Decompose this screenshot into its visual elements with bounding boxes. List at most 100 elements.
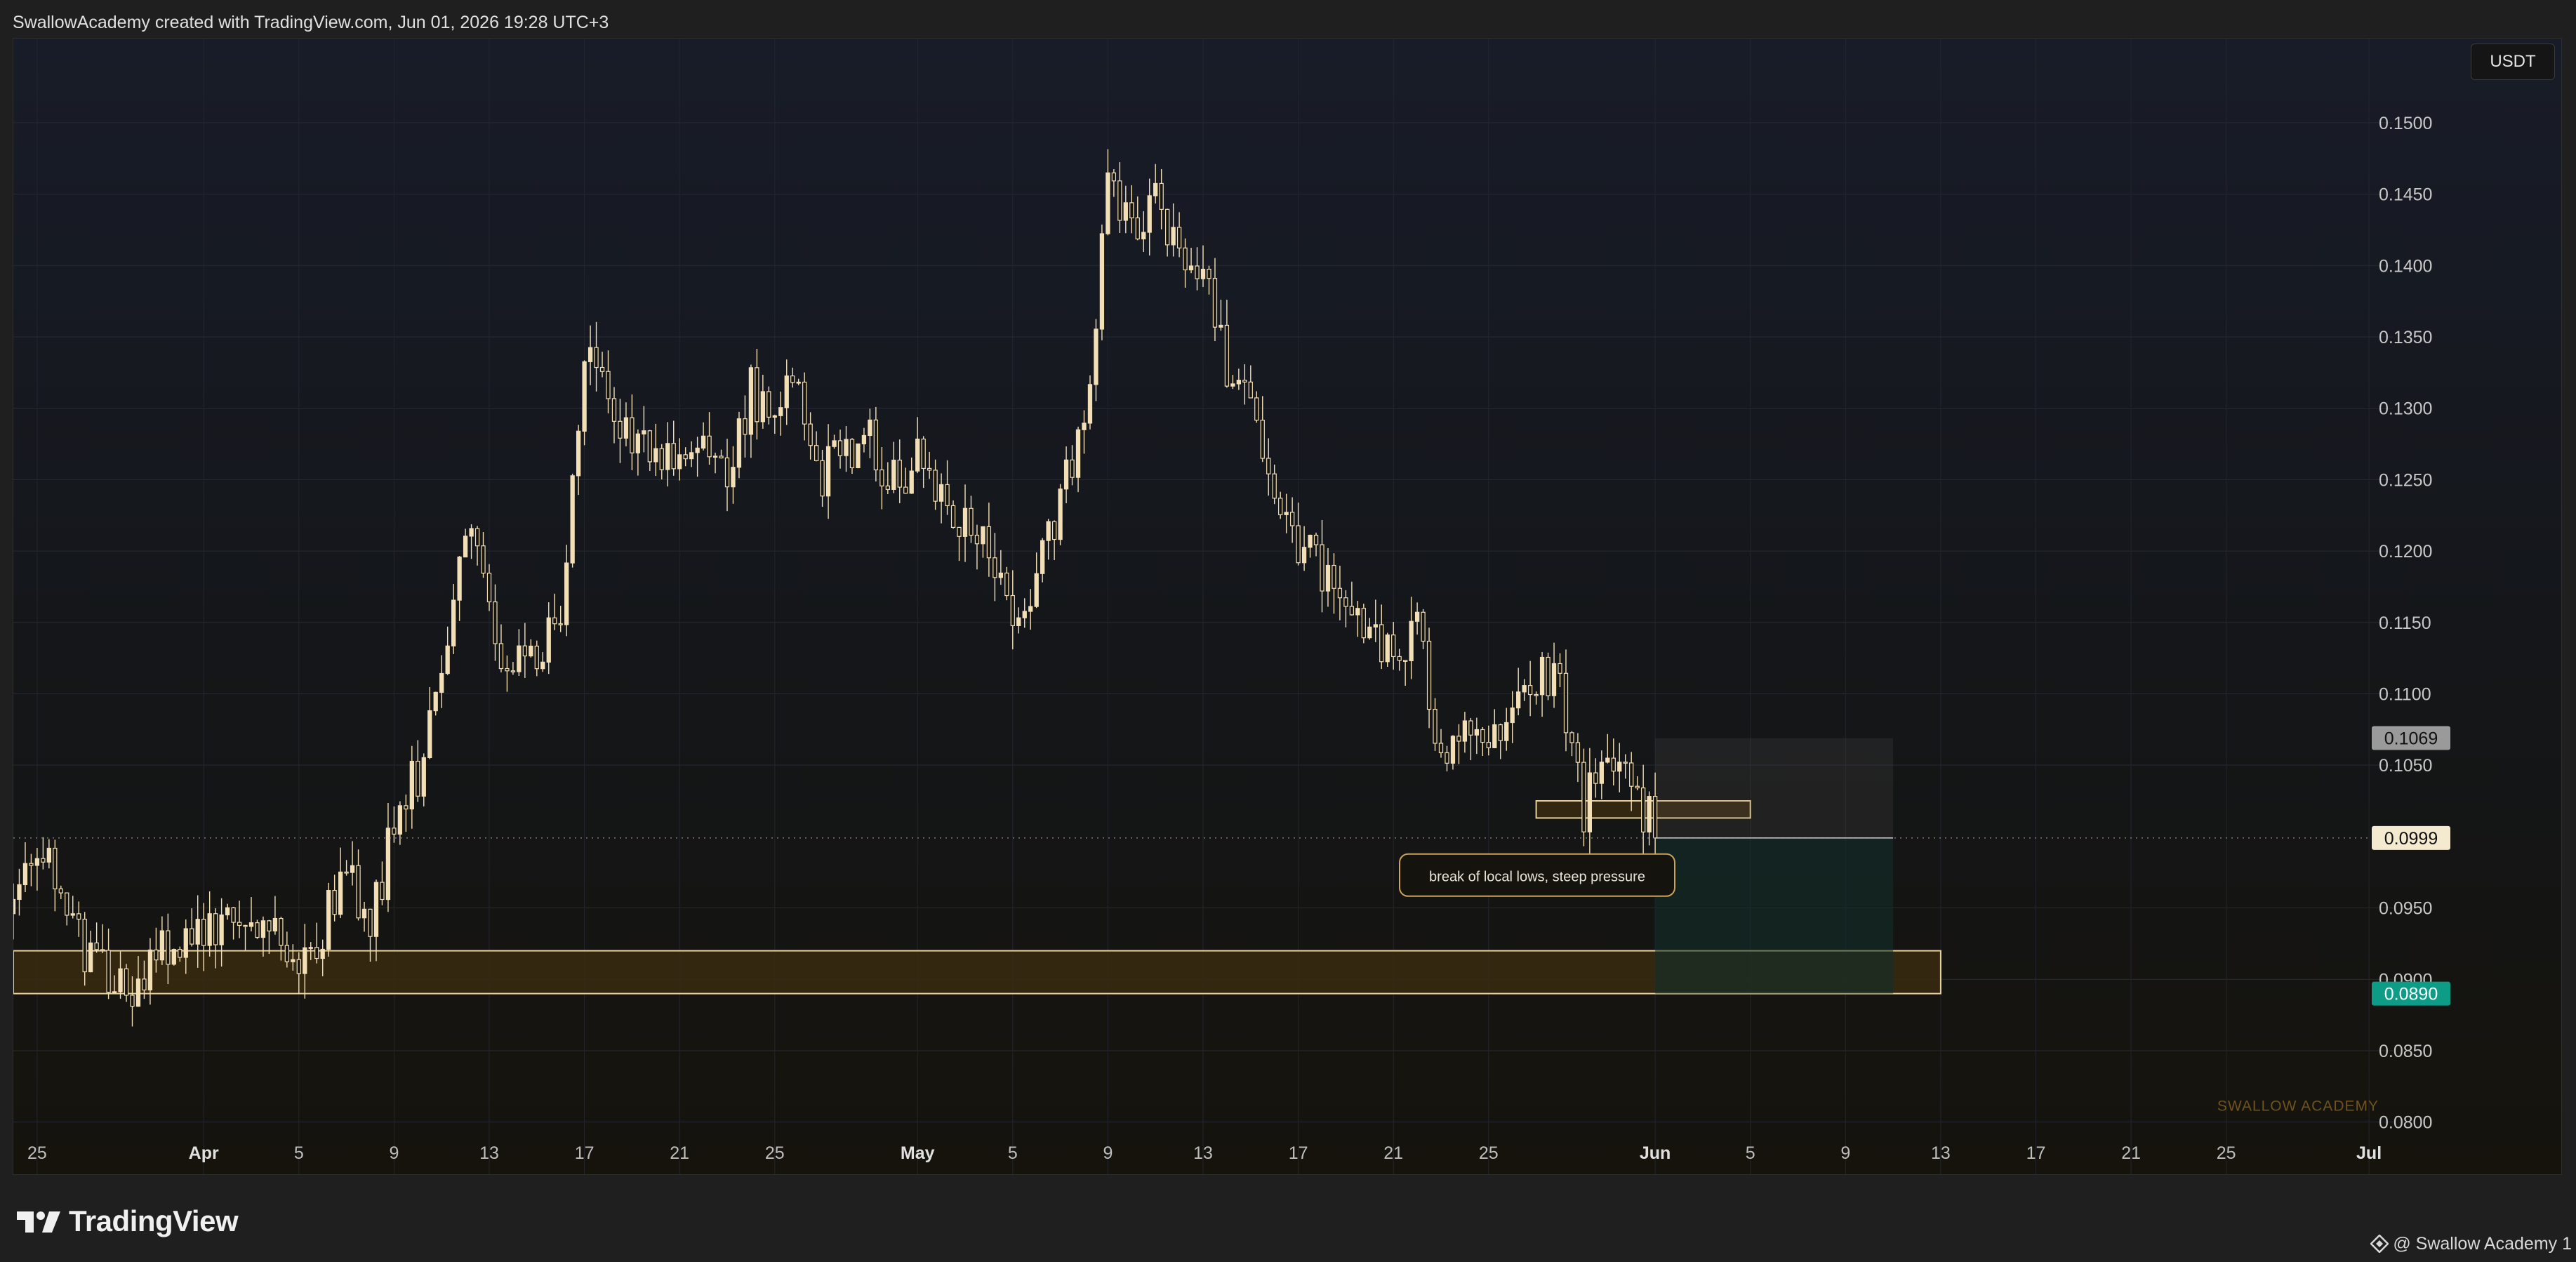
x-axis-tick-label: 5 bbox=[1008, 1143, 1018, 1163]
candle-body bbox=[267, 920, 272, 931]
candle-body bbox=[903, 486, 908, 494]
candle-body bbox=[1343, 597, 1348, 607]
author-credit[interactable]: @ Swallow Academy 1 bbox=[2370, 1230, 2572, 1258]
candle-body bbox=[825, 446, 831, 497]
candle-body bbox=[409, 760, 414, 810]
candle-body bbox=[1611, 757, 1616, 772]
candle-body bbox=[778, 407, 783, 416]
candle-body bbox=[522, 645, 527, 657]
candle-body bbox=[1504, 722, 1509, 741]
candle-body bbox=[683, 454, 688, 460]
candle-body bbox=[933, 470, 938, 502]
candle-body bbox=[207, 913, 212, 946]
candle-body bbox=[463, 536, 468, 558]
candle-body bbox=[576, 430, 581, 477]
candle-body bbox=[564, 562, 569, 625]
candle-body bbox=[510, 670, 516, 672]
candle-body bbox=[445, 645, 450, 675]
candle-body bbox=[397, 805, 403, 835]
candle-body bbox=[1551, 663, 1557, 696]
candle-body bbox=[546, 617, 551, 663]
candle-body bbox=[1301, 547, 1307, 564]
candle-body bbox=[498, 643, 504, 670]
candle-body bbox=[505, 667, 510, 672]
candle-body bbox=[29, 863, 34, 866]
candle-body bbox=[1016, 617, 1021, 626]
price-chart[interactable]: break of local lows, steep pressure SWALL… bbox=[13, 39, 2562, 1175]
candle-body bbox=[1117, 180, 1122, 221]
candle-body bbox=[1171, 227, 1176, 246]
candle-body bbox=[897, 459, 902, 488]
candle-body bbox=[142, 978, 147, 991]
position-stop-area bbox=[1655, 738, 1894, 838]
candle-body bbox=[849, 439, 855, 469]
candle-body bbox=[1379, 624, 1384, 663]
candle-body bbox=[540, 661, 545, 670]
candle-body bbox=[945, 484, 950, 507]
candle-body bbox=[599, 366, 605, 372]
candle-body bbox=[1599, 762, 1604, 784]
candle-body bbox=[1188, 265, 1194, 271]
candle-body bbox=[1070, 459, 1075, 478]
x-axis-tick-label: 17 bbox=[2026, 1143, 2046, 1163]
candle-body bbox=[260, 920, 266, 938]
candle-body bbox=[469, 528, 474, 537]
currency-selector[interactable]: USDT bbox=[2471, 44, 2555, 80]
candle-body bbox=[1474, 729, 1479, 736]
chart-pane[interactable]: break of local lows, steep pressure SWALL… bbox=[13, 38, 2562, 1175]
candle-body bbox=[1635, 785, 1640, 789]
candle-body bbox=[1313, 534, 1319, 545]
candle-body bbox=[380, 882, 385, 901]
candle-body bbox=[766, 391, 771, 418]
candle-body bbox=[1433, 708, 1438, 744]
candle-body bbox=[213, 913, 218, 945]
x-axis-tick-label: 21 bbox=[1383, 1143, 1403, 1163]
candle-body bbox=[1522, 685, 1527, 693]
candle-body bbox=[1486, 741, 1491, 748]
y-axis-tick-label: 0.1450 bbox=[2379, 185, 2432, 205]
y-axis-tick-label: 0.0950 bbox=[2379, 899, 2432, 919]
y-axis-tick-label: 0.1100 bbox=[2379, 684, 2431, 704]
candle-body bbox=[1224, 324, 1230, 387]
candle-body bbox=[1278, 498, 1283, 515]
candle-body bbox=[1165, 208, 1170, 246]
tradingview-logo-icon bbox=[17, 1211, 60, 1233]
x-axis-tick-label: 25 bbox=[765, 1143, 785, 1163]
candle-body bbox=[1403, 660, 1408, 662]
candle-body bbox=[1242, 380, 1247, 383]
candle-body bbox=[1450, 736, 1456, 764]
candle-body bbox=[1355, 608, 1360, 616]
candle-body bbox=[677, 454, 682, 470]
candle-body bbox=[1337, 587, 1343, 599]
candle-body bbox=[58, 888, 63, 894]
candle-body bbox=[1051, 521, 1057, 540]
candle-body bbox=[594, 347, 599, 368]
price-label-stop-text: 0.1069 bbox=[2384, 729, 2438, 749]
candle-body bbox=[166, 930, 171, 965]
candle-body bbox=[837, 440, 843, 456]
tradingview-brand-text: TradingView bbox=[69, 1204, 239, 1237]
candle-body bbox=[451, 599, 456, 646]
y-axis-tick-label: 0.1300 bbox=[2379, 399, 2432, 419]
candle-body bbox=[1058, 489, 1063, 540]
candle-body bbox=[1480, 729, 1485, 743]
candle-body bbox=[927, 467, 932, 471]
candle-body bbox=[1546, 656, 1551, 696]
candle-body bbox=[921, 438, 926, 470]
candle-body bbox=[974, 534, 980, 545]
y-axis-tick-label: 0.0850 bbox=[2379, 1042, 2432, 1061]
candle-body bbox=[1289, 512, 1295, 526]
x-axis-tick-label: 9 bbox=[389, 1143, 399, 1163]
candle-body bbox=[1569, 732, 1574, 743]
candle-body bbox=[1106, 172, 1110, 234]
candle-body bbox=[1153, 182, 1158, 197]
candle-body bbox=[368, 908, 373, 937]
tradingview-logo[interactable]: TradingView bbox=[15, 1200, 239, 1242]
candle-body bbox=[1563, 672, 1569, 733]
candle-body bbox=[77, 913, 81, 920]
candle-body bbox=[1581, 762, 1586, 832]
candle-body bbox=[303, 947, 307, 974]
candle-body bbox=[314, 947, 319, 959]
candle-body bbox=[1176, 227, 1182, 248]
candle-body bbox=[1462, 720, 1468, 742]
